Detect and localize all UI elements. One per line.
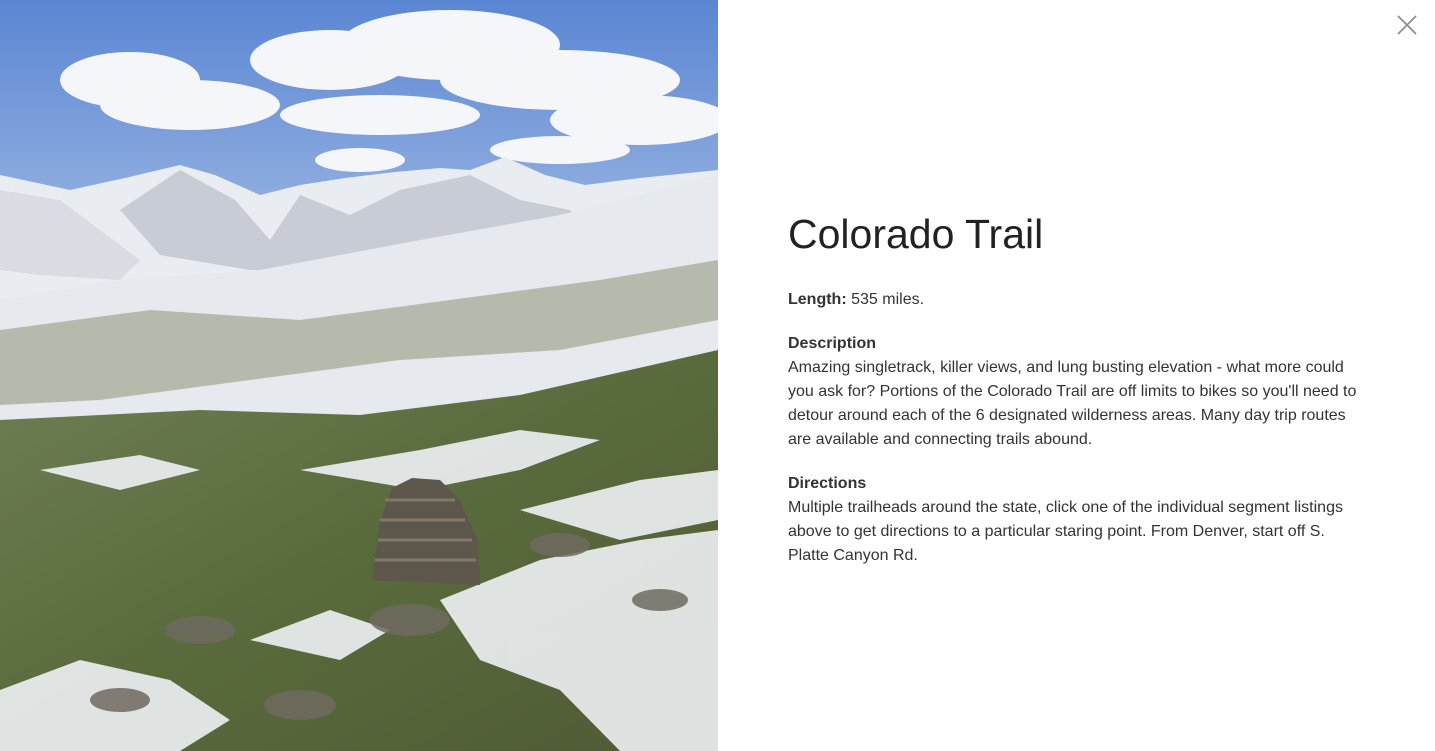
length-value: 535 miles. [851,291,925,308]
length-label: Length: [788,291,847,308]
directions-heading: Directions [788,475,867,492]
description-text: Amazing singletrack, killer views, and l… [788,359,1357,448]
close-icon[interactable] [1396,14,1418,36]
trail-description: Description Amazing singletrack, killer … [788,332,1368,452]
description-heading: Description [788,335,877,352]
trail-details: Colorado Trail Length: 535 miles. Descri… [788,206,1368,588]
trail-title: Colorado Trail [788,211,1044,257]
trail-directions: Directions Multiple trailheads around th… [788,472,1368,568]
directions-text: Multiple trailheads around the state, cl… [788,499,1343,564]
trail-landscape-image [0,0,718,751]
close-button[interactable] [1393,11,1421,39]
trail-photo [0,0,718,751]
trail-length: Length: 535 miles. [788,288,1368,312]
